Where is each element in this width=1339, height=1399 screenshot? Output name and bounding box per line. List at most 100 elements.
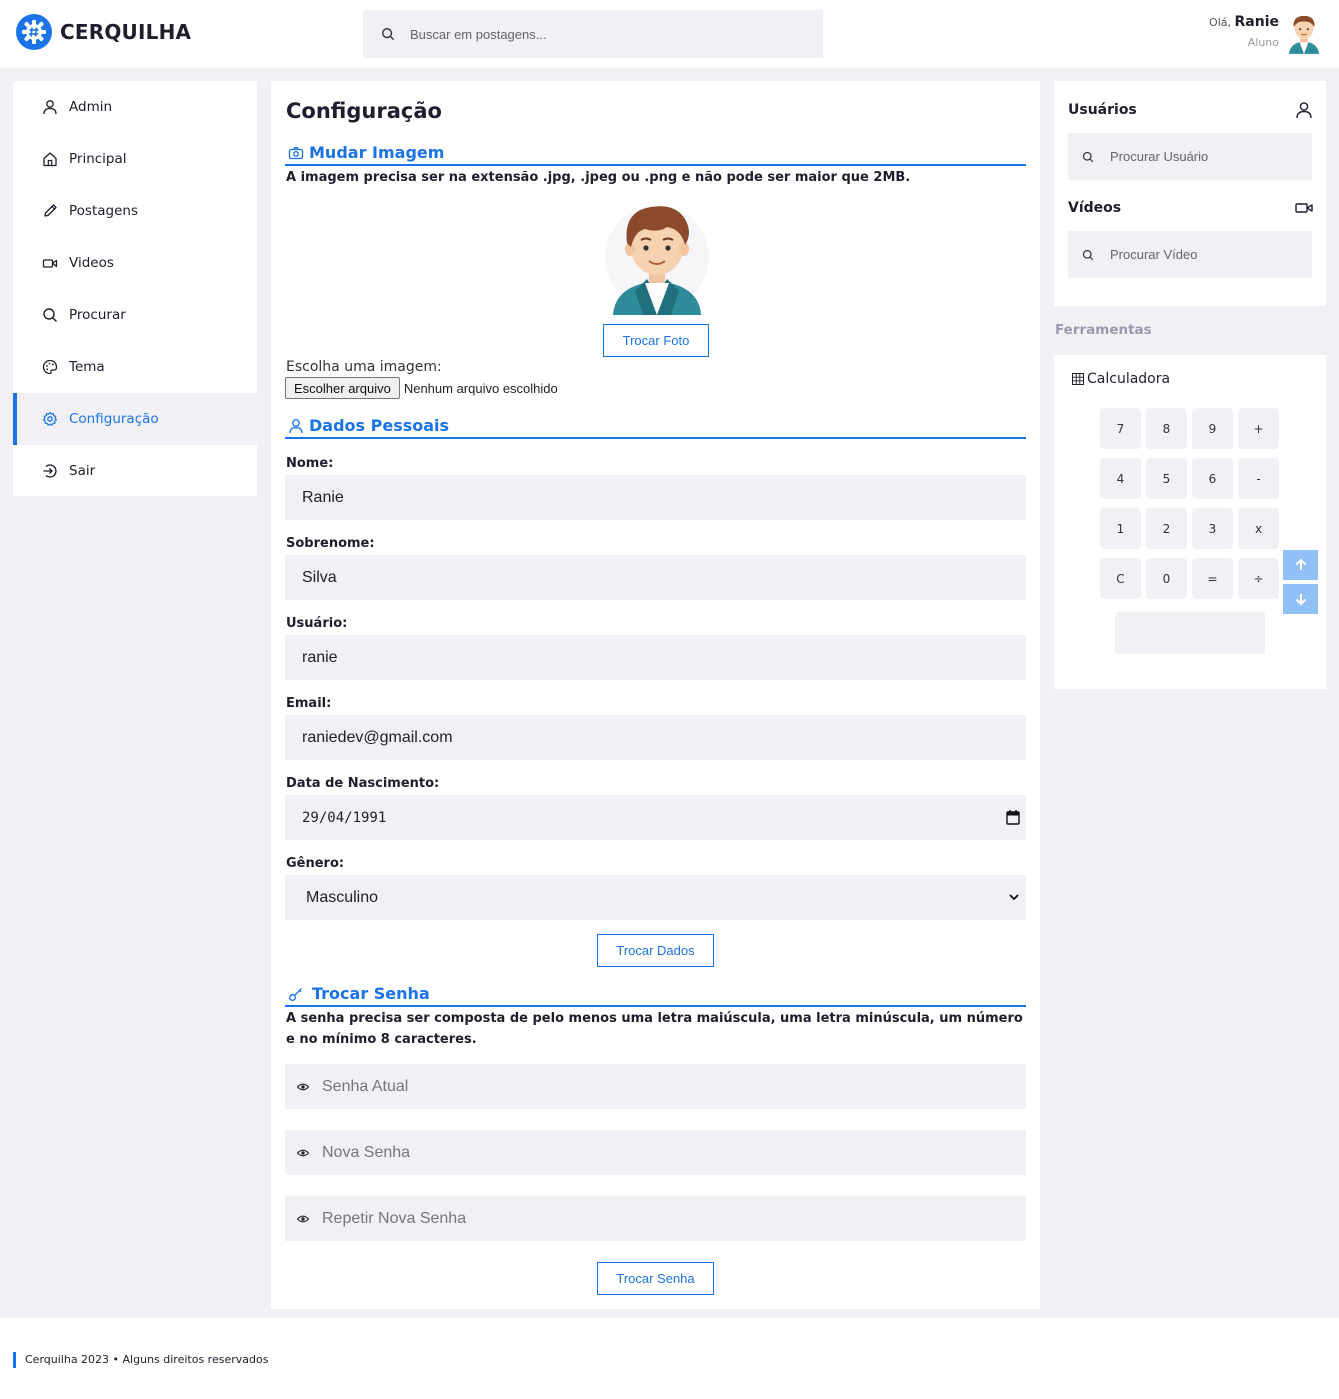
- birthdate-value: 29/04/1991: [302, 809, 387, 826]
- sidebar-item-label: Tema: [69, 359, 105, 375]
- calc-key-6[interactable]: 6: [1192, 458, 1233, 499]
- sidebar-item-tema[interactable]: Tema: [13, 341, 257, 393]
- sidebar-item-videos[interactable]: Videos: [13, 237, 257, 289]
- eye-icon[interactable]: [297, 1081, 309, 1093]
- sidebar-item-admin[interactable]: Admin: [13, 81, 257, 133]
- calc-key-0[interactable]: 0: [1146, 558, 1187, 599]
- post-search-input[interactable]: [410, 26, 790, 42]
- gear-icon: [42, 411, 58, 426]
- settings-panel: Configuração Mudar Imagem A imagem preci…: [271, 81, 1040, 1309]
- calc-key-1[interactable]: 1: [1100, 508, 1141, 549]
- nome-field[interactable]: Ranie: [285, 475, 1026, 520]
- video-icon: [42, 259, 58, 268]
- calc-key-4[interactable]: 4: [1100, 458, 1141, 499]
- genero-label: Gênero:: [286, 856, 345, 871]
- save-password-button[interactable]: Trocar Senha: [597, 1262, 714, 1295]
- calc-key-7[interactable]: 7: [1100, 408, 1141, 449]
- sidebar-item-postagens[interactable]: Postagens: [13, 185, 257, 237]
- sobrenome-label: Sobrenome:: [286, 536, 375, 551]
- sidebar-item-configuracao[interactable]: Configuração: [13, 393, 257, 445]
- greeting-text: Olá,: [1209, 16, 1231, 29]
- change-password-heading: Trocar Senha: [285, 984, 1026, 1007]
- users-title: Usuários: [1068, 102, 1137, 118]
- top-bar: CERQUILHA Olá, Ranie Aluno: [0, 0, 1339, 68]
- calc-key-minus[interactable]: -: [1238, 458, 1279, 499]
- search-icon: [43, 308, 57, 322]
- sidebar-item-label: Postagens: [69, 203, 138, 219]
- nome-label: Nome:: [286, 456, 334, 471]
- new-password-field[interactable]: Nova Senha: [285, 1130, 1026, 1175]
- sidebar-item-label: Videos: [69, 255, 114, 271]
- search-icon: [1082, 249, 1094, 260]
- user-search-field[interactable]: Procurar Usuário: [1068, 133, 1312, 180]
- calc-key-9[interactable]: 9: [1192, 408, 1233, 449]
- section-title: Mudar Imagem: [309, 143, 445, 162]
- calc-key-5[interactable]: 5: [1146, 458, 1187, 499]
- video-icon: [1295, 203, 1313, 213]
- calculator-icon: [1072, 373, 1084, 385]
- calc-key-3[interactable]: 3: [1192, 508, 1233, 549]
- change-image-heading: Mudar Imagem: [285, 143, 1026, 166]
- search-icon: [1082, 151, 1094, 162]
- sidebar-item-principal[interactable]: Principal: [13, 133, 257, 185]
- brand-logo[interactable]: CERQUILHA: [16, 14, 191, 50]
- user-info: Olá, Ranie Aluno: [1209, 14, 1279, 49]
- arrow-down-icon: [1295, 594, 1306, 606]
- gender-select[interactable]: Masculino: [285, 875, 1026, 920]
- calc-key-equals[interactable]: =: [1192, 558, 1233, 599]
- change-photo-button[interactable]: Trocar Foto: [603, 324, 709, 357]
- arrow-up-icon: [1295, 558, 1306, 570]
- footer-copyright: Cerquilha 2023 • Alguns direitos reserva…: [13, 1352, 268, 1368]
- user-icon: [1296, 102, 1312, 119]
- email-label: Email:: [286, 696, 332, 711]
- video-search-field[interactable]: Procurar Vídeo: [1068, 231, 1312, 278]
- sidebar-nav: Admin Principal Postagens Videos Procura…: [13, 81, 257, 496]
- sidebar-item-procurar[interactable]: Procurar: [13, 289, 257, 341]
- calc-key-2[interactable]: 2: [1146, 508, 1187, 549]
- eye-icon[interactable]: [297, 1147, 309, 1159]
- calendar-icon[interactable]: [1006, 809, 1020, 825]
- sobrenome-field[interactable]: Silva: [285, 555, 1026, 600]
- section-title: Trocar Senha: [312, 984, 430, 1003]
- calc-key-clear[interactable]: C: [1100, 558, 1141, 599]
- repeat-password-placeholder: Repetir Nova Senha: [322, 1209, 467, 1227]
- sidebar-item-sair[interactable]: Sair: [13, 445, 257, 497]
- calculator-display: [1115, 612, 1265, 654]
- calc-key-8[interactable]: 8: [1146, 408, 1187, 449]
- videos-widget-header: Vídeos: [1068, 199, 1313, 217]
- gender-value: Masculino: [306, 888, 379, 906]
- user-search-placeholder: Procurar Usuário: [1110, 149, 1209, 164]
- logout-icon: [43, 464, 57, 478]
- email-field[interactable]: raniedev@gmail.com: [285, 715, 1026, 760]
- choose-file-button[interactable]: Escolher arquivo: [285, 377, 400, 399]
- calc-key-plus[interactable]: +: [1238, 408, 1279, 449]
- sidebar-item-label: Configuração: [69, 411, 159, 427]
- pencil-icon: [44, 204, 57, 217]
- calc-key-multiply[interactable]: x: [1238, 508, 1279, 549]
- new-password-placeholder: Nova Senha: [322, 1143, 411, 1161]
- post-search-bar[interactable]: [363, 10, 823, 58]
- search-icon: [382, 28, 395, 41]
- image-requirements-note: A imagem precisa ser na extensão .jpg, .…: [286, 170, 911, 185]
- sidebar-item-label: Procurar: [69, 307, 126, 323]
- birthdate-field[interactable]: 29/04/1991: [285, 795, 1026, 840]
- camera-icon: [288, 147, 304, 160]
- section-title: Dados Pessoais: [309, 416, 450, 435]
- scroll-down-button[interactable]: [1283, 584, 1318, 614]
- calculator-keypad: 7 8 9 + 4 5 6 - 1 2 3 x C 0 = ÷: [1100, 408, 1279, 599]
- user-name: Ranie: [1234, 14, 1280, 30]
- sidebar-item-label: Sair: [69, 463, 96, 479]
- avatar[interactable]: [1285, 12, 1323, 54]
- file-picker: Escolher arquivo Nenhum arquivo escolhid…: [285, 377, 558, 399]
- home-icon: [43, 152, 57, 167]
- password-requirements-note: A senha precisa ser composta de pelo men…: [286, 1011, 1023, 1047]
- eye-icon[interactable]: [297, 1213, 309, 1225]
- hash-gear-logo-icon: [16, 14, 52, 50]
- usuario-field[interactable]: ranie: [285, 635, 1026, 680]
- repeat-password-field[interactable]: Repetir Nova Senha: [285, 1196, 1026, 1241]
- calc-key-divide[interactable]: ÷: [1238, 558, 1279, 599]
- current-password-field[interactable]: Senha Atual: [285, 1064, 1026, 1109]
- sidebar-item-label: Principal: [69, 151, 127, 167]
- scroll-up-button[interactable]: [1283, 550, 1318, 580]
- save-personal-data-button[interactable]: Trocar Dados: [597, 934, 714, 967]
